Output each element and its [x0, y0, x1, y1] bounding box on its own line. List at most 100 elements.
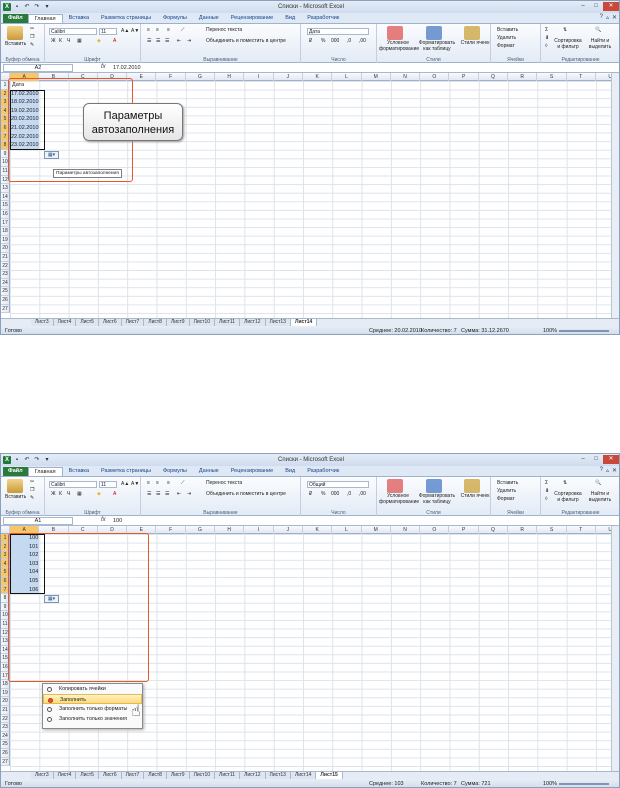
format-table-icon[interactable] [426, 479, 442, 493]
formula-input[interactable]: 17.02.2010 [113, 64, 141, 72]
paste-icon[interactable] [7, 479, 23, 493]
clear-icon[interactable]: ◊ [545, 496, 547, 503]
find-icon[interactable]: 🔍 [595, 27, 601, 34]
find-icon[interactable]: 🔍 [595, 480, 601, 487]
sheet-tab[interactable]: Лист7 [121, 772, 145, 779]
menu-item-2[interactable]: Заполнить только форматы [43, 704, 142, 714]
tab-6[interactable]: Рецензирование [225, 467, 279, 476]
row-header[interactable]: 20 [1, 697, 10, 706]
sheet-tab[interactable]: Лист7 [121, 319, 145, 326]
close-button[interactable]: ✕ [603, 2, 619, 11]
borders-icon[interactable]: ▦ [77, 491, 82, 498]
zoom-slider[interactable] [559, 783, 609, 785]
row-header[interactable]: 26 [1, 749, 10, 758]
row-header[interactable]: 22 [1, 714, 10, 724]
find-select-button[interactable]: Найти и выделить [585, 491, 615, 503]
merge-center-button[interactable]: Объединить и поместить в центре [206, 491, 286, 498]
column-header-K[interactable]: K [303, 526, 333, 534]
column-header-K[interactable]: K [303, 73, 333, 81]
row-header[interactable]: 20 [1, 244, 10, 253]
column-header-P[interactable]: P [450, 73, 479, 81]
increase-decimal-icon[interactable]: ,0 [347, 38, 351, 45]
column-header-R[interactable]: R [508, 526, 538, 534]
column-header-O[interactable]: O [420, 73, 450, 81]
outdent-icon[interactable]: ⇥ [187, 38, 191, 45]
sheet-tab[interactable]: Лист11 [215, 319, 241, 326]
column-header-F[interactable]: F [157, 526, 186, 534]
vertical-scrollbar[interactable] [611, 526, 619, 771]
column-header-H[interactable]: H [215, 526, 245, 534]
clear-icon[interactable]: ◊ [545, 43, 547, 50]
bold-icon[interactable]: Ж [51, 491, 56, 498]
column-header-O[interactable]: O [420, 526, 450, 534]
doc-close-icon[interactable]: ✕ [612, 467, 617, 474]
align-middle-icon[interactable]: ≡ [156, 27, 159, 34]
row-header[interactable]: 17 [1, 218, 10, 228]
tab-2[interactable]: Вставка [63, 467, 95, 476]
format-table-icon[interactable] [426, 26, 442, 40]
sheet-tab[interactable]: Лист6 [98, 319, 122, 326]
font-size-select[interactable]: 11 [99, 28, 117, 35]
menu-item-3[interactable]: Заполнить только значения [43, 714, 142, 724]
undo-icon[interactable]: ↶ [23, 456, 31, 464]
column-header-J[interactable]: J [274, 526, 303, 534]
sheet-tab[interactable]: Лист14 [290, 772, 317, 779]
outdent-icon[interactable]: ⇥ [187, 491, 191, 498]
cut-icon[interactable]: ✂ [30, 479, 34, 486]
tab-2[interactable]: Вставка [63, 14, 95, 23]
paste-button[interactable]: Вставить [5, 494, 26, 501]
sheet-tab[interactable]: Лист6 [98, 772, 122, 779]
tab-1[interactable]: Главная [27, 14, 63, 23]
doc-close-icon[interactable]: ✕ [612, 14, 617, 21]
align-left-icon[interactable]: ☰ [147, 38, 151, 45]
redo-icon[interactable]: ↷ [33, 456, 41, 464]
tab-0[interactable]: Файл [3, 467, 28, 476]
row-header[interactable]: 27 [1, 304, 10, 314]
column-header-M[interactable]: M [362, 526, 391, 534]
currency-icon[interactable]: ₽ [309, 491, 312, 498]
delete-cells-button[interactable]: Удалить [497, 488, 516, 495]
autosum-icon[interactable]: Σ [545, 480, 548, 487]
format-painter-icon[interactable]: ✎ [30, 495, 34, 502]
sheet-tab[interactable]: Лист14 [290, 319, 318, 326]
sheet-tab[interactable]: Лист3 [31, 319, 54, 326]
align-center-icon[interactable]: ☰ [156, 491, 160, 498]
sheet-tab[interactable]: Лист15 [316, 772, 343, 779]
sheet-tab[interactable]: Лист13 [265, 772, 291, 779]
insert-cells-button[interactable]: Вставить [497, 27, 518, 34]
save-icon[interactable]: ▪ [13, 456, 21, 464]
column-header-I[interactable]: I [244, 526, 274, 534]
sheet-tab[interactable]: Лист8 [144, 319, 167, 326]
row-header[interactable]: 26 [1, 296, 10, 305]
wrap-text-button[interactable]: Перенос текста [206, 480, 242, 487]
underline-icon[interactable]: Ч [67, 491, 70, 498]
percent-icon[interactable]: % [321, 491, 325, 498]
cond-format-icon[interactable] [387, 479, 403, 493]
cond_format-button[interactable]: Условное форматирование [379, 493, 419, 505]
name-box[interactable]: A2 [3, 64, 73, 72]
qat-dropdown-icon[interactable]: ▾ [43, 3, 51, 11]
maximize-button[interactable]: □ [590, 455, 602, 464]
grow-font-icon[interactable]: A▲ [121, 481, 129, 488]
column-header-Q[interactable]: Q [479, 73, 509, 81]
fx-icon[interactable]: fx [101, 64, 106, 70]
help-icon[interactable]: ? [600, 14, 603, 21]
column-header-Q[interactable]: Q [479, 526, 509, 534]
format-painter-icon[interactable]: ✎ [30, 42, 34, 49]
tab-8[interactable]: Разработчик [301, 14, 345, 23]
column-header-I[interactable]: I [244, 73, 274, 81]
orientation-icon[interactable]: ⟋ [181, 480, 185, 487]
tab-7[interactable]: Вид [279, 467, 301, 476]
comma-icon[interactable]: 000 [331, 38, 339, 45]
fill-color-icon[interactable]: ◈ [97, 491, 101, 498]
undo-icon[interactable]: ↶ [23, 3, 31, 11]
column-header-J[interactable]: J [274, 73, 303, 81]
radio-icon[interactable] [47, 686, 52, 692]
number-format-select[interactable]: Дата [307, 28, 369, 35]
vertical-scrollbar[interactable] [611, 73, 619, 318]
name-box[interactable]: A1 [3, 517, 73, 525]
italic-icon[interactable]: К [59, 38, 62, 45]
sheet-tab[interactable]: Лист9 [166, 319, 190, 326]
formula-input[interactable]: 100 [113, 517, 122, 525]
menu-item-1[interactable]: Заполнить [43, 694, 142, 704]
